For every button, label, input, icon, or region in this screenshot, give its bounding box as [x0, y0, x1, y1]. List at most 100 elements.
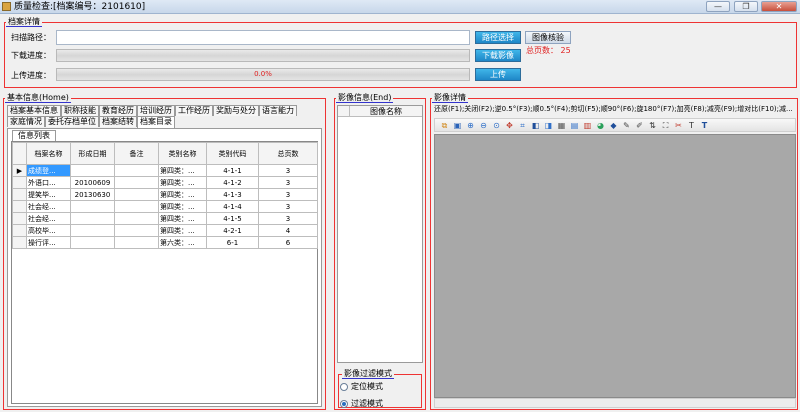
zoom-in-icon[interactable]: ⊕	[465, 120, 476, 131]
row-header[interactable]	[12, 200, 27, 213]
table-row[interactable]: 社会经... 第四类：... 4-1-5 3	[12, 212, 318, 225]
mode-locate-radio[interactable]	[340, 382, 348, 391]
tab-family[interactable]: 家庭情况	[7, 116, 45, 127]
cell-category[interactable]: 第四类：...	[158, 200, 207, 213]
fit-icon[interactable]: ▣	[452, 120, 463, 131]
col-header-name[interactable]: 档案名称	[26, 142, 71, 165]
table-row[interactable]: ▶ 成绩登... 第四类：... 4-1-1 3	[12, 164, 318, 177]
fullscreen-icon[interactable]: ⛶	[660, 120, 671, 131]
cell-date[interactable]	[70, 212, 115, 225]
minimize-button[interactable]: —	[706, 1, 730, 12]
cell-category[interactable]: 第四类：...	[158, 212, 207, 225]
cell-date[interactable]: 20100609	[70, 176, 115, 189]
download-image-button[interactable]: 下载影像	[475, 49, 521, 62]
cell-note[interactable]	[114, 164, 159, 177]
contrast-icon[interactable]: ◧	[530, 120, 541, 131]
cell-code[interactable]: 4-1-4	[206, 200, 259, 213]
cell-category[interactable]: 第六类：...	[158, 236, 207, 249]
table-row[interactable]: 社会经... 第四类：... 4-1-4 3	[12, 200, 318, 213]
pen-icon[interactable]: ✎	[621, 120, 632, 131]
cell-name[interactable]: 提笑毕...	[26, 188, 71, 201]
zoom-reset-icon[interactable]: ⊙	[491, 120, 502, 131]
image-scrollbar[interactable]	[434, 398, 796, 408]
row-header[interactable]	[12, 176, 27, 189]
cell-pages[interactable]: 3	[258, 188, 318, 201]
tab-language[interactable]: 语言能力	[259, 105, 297, 116]
tab-reward[interactable]: 奖励与处分	[213, 105, 259, 116]
image-verify-button[interactable]: 图像核验	[525, 31, 571, 44]
tab-training[interactable]: 培训经历	[137, 105, 175, 116]
color-icon[interactable]: ▥	[582, 120, 593, 131]
cell-name[interactable]: 社会经...	[26, 200, 71, 213]
table-row[interactable]: 操行评... 第六类：... 6-1 6	[12, 236, 318, 249]
mode-locate-option[interactable]: 定位模式	[340, 381, 383, 392]
table-row[interactable]: 高校毕... 第四类：... 4-2-1 4	[12, 224, 318, 237]
col-header-note[interactable]: 备注	[114, 142, 159, 165]
tab-work[interactable]: 工作经历	[175, 105, 213, 116]
cell-name[interactable]: 社会经...	[26, 212, 71, 225]
upload-button[interactable]: 上传	[475, 68, 521, 81]
row-header[interactable]	[12, 224, 27, 237]
col-header-code[interactable]: 类别代码	[206, 142, 259, 165]
cell-pages[interactable]: 3	[258, 212, 318, 225]
scan-path-input[interactable]	[56, 30, 470, 45]
cell-date[interactable]	[70, 224, 115, 237]
cell-code[interactable]: 4-1-2	[206, 176, 259, 189]
cell-date[interactable]	[70, 200, 115, 213]
path-select-button[interactable]: 路径选择	[475, 31, 521, 44]
palette-icon[interactable]: ◕	[595, 120, 606, 131]
cell-category[interactable]: 第四类：...	[158, 224, 207, 237]
cell-note[interactable]	[114, 212, 159, 225]
copy-icon[interactable]: ⧉	[439, 120, 450, 131]
table-row[interactable]: 提笑毕... 20130630 第四类：... 4-1-3 3	[12, 188, 318, 201]
grid-icon[interactable]: ▤	[569, 120, 580, 131]
panel-splitter[interactable]	[328, 96, 332, 410]
col-header-date[interactable]: 形成日期	[70, 142, 115, 165]
row-header[interactable]	[12, 212, 27, 225]
mode-filter-radio[interactable]	[340, 399, 348, 408]
restore-button[interactable]: ❐	[734, 1, 758, 12]
cell-note[interactable]	[114, 200, 159, 213]
table-row[interactable]: 外语口... 20100609 第四类：... 4-1-2 3	[12, 176, 318, 189]
cell-pages[interactable]: 4	[258, 224, 318, 237]
cell-pages[interactable]: 3	[258, 176, 318, 189]
cell-pages[interactable]: 6	[258, 236, 318, 249]
cell-category[interactable]: 第四类：...	[158, 164, 207, 177]
col-header-category[interactable]: 类别名称	[158, 142, 207, 165]
move-icon[interactable]: ✥	[504, 120, 515, 131]
stamp-icon[interactable]: ✂	[673, 120, 684, 131]
row-header[interactable]: ▶	[12, 164, 27, 177]
mode-filter-option[interactable]: 过滤模式	[340, 398, 383, 409]
brightness-icon[interactable]: ◨	[543, 120, 554, 131]
tab-entrust-unit[interactable]: 委托存档单位	[45, 116, 99, 127]
cell-category[interactable]: 第四类：...	[158, 188, 207, 201]
text-icon[interactable]: T	[686, 120, 697, 131]
cell-note[interactable]	[114, 224, 159, 237]
cell-name[interactable]: 成绩登...	[26, 164, 71, 177]
cell-name[interactable]: 高校毕...	[26, 224, 71, 237]
cell-date[interactable]	[70, 236, 115, 249]
grayscale-icon[interactable]: ▦	[556, 120, 567, 131]
cell-date[interactable]	[70, 164, 115, 177]
tab-education[interactable]: 教育经历	[99, 105, 137, 116]
tab-catalog[interactable]: 档案目录	[137, 116, 175, 128]
cell-pages[interactable]: 3	[258, 200, 318, 213]
rotate-icon[interactable]: ◆	[608, 120, 619, 131]
image-canvas[interactable]	[434, 134, 796, 398]
cell-code[interactable]: 4-1-5	[206, 212, 259, 225]
row-header[interactable]	[12, 236, 27, 249]
zoom-out-icon[interactable]: ⊖	[478, 120, 489, 131]
cell-code[interactable]: 4-2-1	[206, 224, 259, 237]
col-header-pages[interactable]: 总页数	[258, 142, 318, 165]
cell-date[interactable]: 20130630	[70, 188, 115, 201]
cell-pages[interactable]: 3	[258, 164, 318, 177]
row-header[interactable]	[12, 188, 27, 201]
cell-note[interactable]	[114, 188, 159, 201]
cell-name[interactable]: 操行评...	[26, 236, 71, 249]
tab-transfer[interactable]: 档案结转	[99, 116, 137, 127]
cell-name[interactable]: 外语口...	[26, 176, 71, 189]
tab-archive-basic[interactable]: 档案基本信息	[7, 105, 61, 116]
tool-icon[interactable]: ✐	[634, 120, 645, 131]
cell-note[interactable]	[114, 176, 159, 189]
cell-category[interactable]: 第四类：...	[158, 176, 207, 189]
